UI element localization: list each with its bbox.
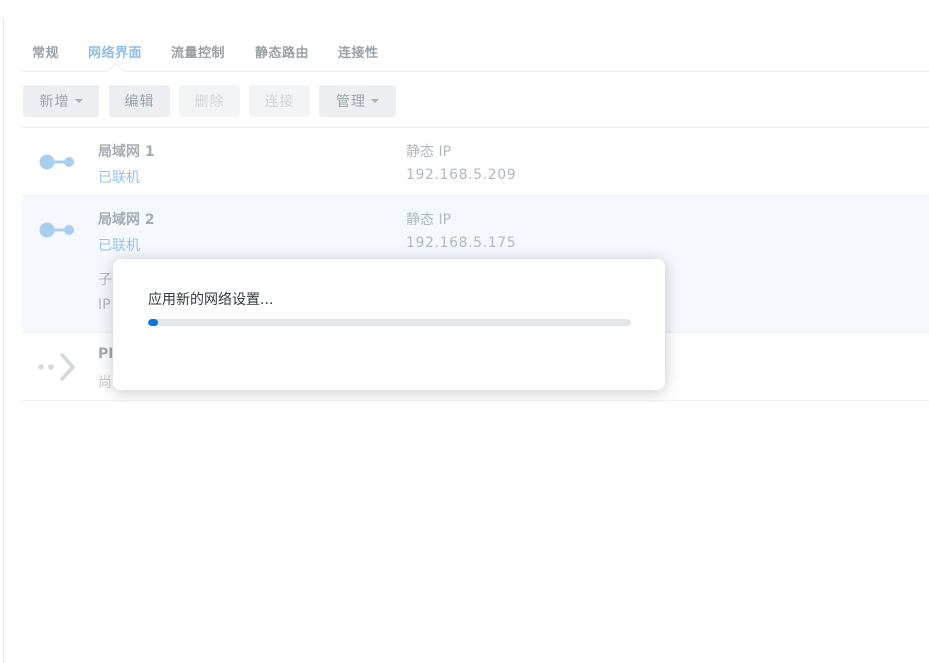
lan-connected-icon [39,222,74,238]
interface-subnet-label: 子 [98,272,112,288]
chevron-down-icon [371,99,379,103]
chevron-down-icon [74,99,83,103]
interface-ip-label: IP [98,297,111,313]
interface-ip-type: 静态 IP [406,144,452,160]
pppoe-disconnected-icon [38,353,75,381]
interface-ip-type: 静态 IP [406,212,452,228]
tab-bar: 常规 网络界面 流量控制 静态路由 连接性 [22,18,929,80]
apply-settings-dialog: 应用新的网络设置... [113,259,665,390]
lan-connected-icon [39,154,74,170]
tab-connectivity[interactable]: 连接性 [338,42,379,61]
interface-ip-address: 192.168.5.175 [406,235,517,251]
edit-button-label: 编辑 [124,94,155,110]
interface-name: PI [98,346,114,362]
create-button-label: 新增 [39,94,70,110]
tab-static-route[interactable]: 静态路由 [255,42,309,61]
delete-button-label: 删除 [194,94,225,110]
connect-button-label: 连接 [264,94,295,110]
interface-row-lan1[interactable]: 局域网 1 已联机 静态 IP 192.168.5.209 [22,128,929,196]
interface-name: 局域网 2 [98,212,155,228]
edit-button[interactable]: 编辑 [109,85,170,117]
progress-bar [148,319,631,326]
create-button[interactable]: 新增 [23,85,99,117]
connect-button[interactable]: 连接 [249,85,310,117]
tab-network-interface[interactable]: 网络界面 [88,42,142,61]
interface-status: 已联机 [98,238,140,254]
dialog-message: 应用新的网络设置... [148,292,274,308]
tab-general[interactable]: 常规 [32,42,59,61]
toolbar: 新增 编辑 删除 连接 管理 [22,72,929,128]
interface-ip-address: 192.168.5.209 [406,167,517,183]
progress-fill [148,319,158,326]
manage-button[interactable]: 管理 [319,85,396,117]
manage-button-label: 管理 [336,94,366,110]
interface-status: 已联机 [98,170,140,186]
interface-status: 尚 [98,375,112,391]
tab-traffic-control[interactable]: 流量控制 [171,42,225,61]
interface-name: 局域网 1 [98,144,155,160]
delete-button[interactable]: 删除 [179,85,240,117]
